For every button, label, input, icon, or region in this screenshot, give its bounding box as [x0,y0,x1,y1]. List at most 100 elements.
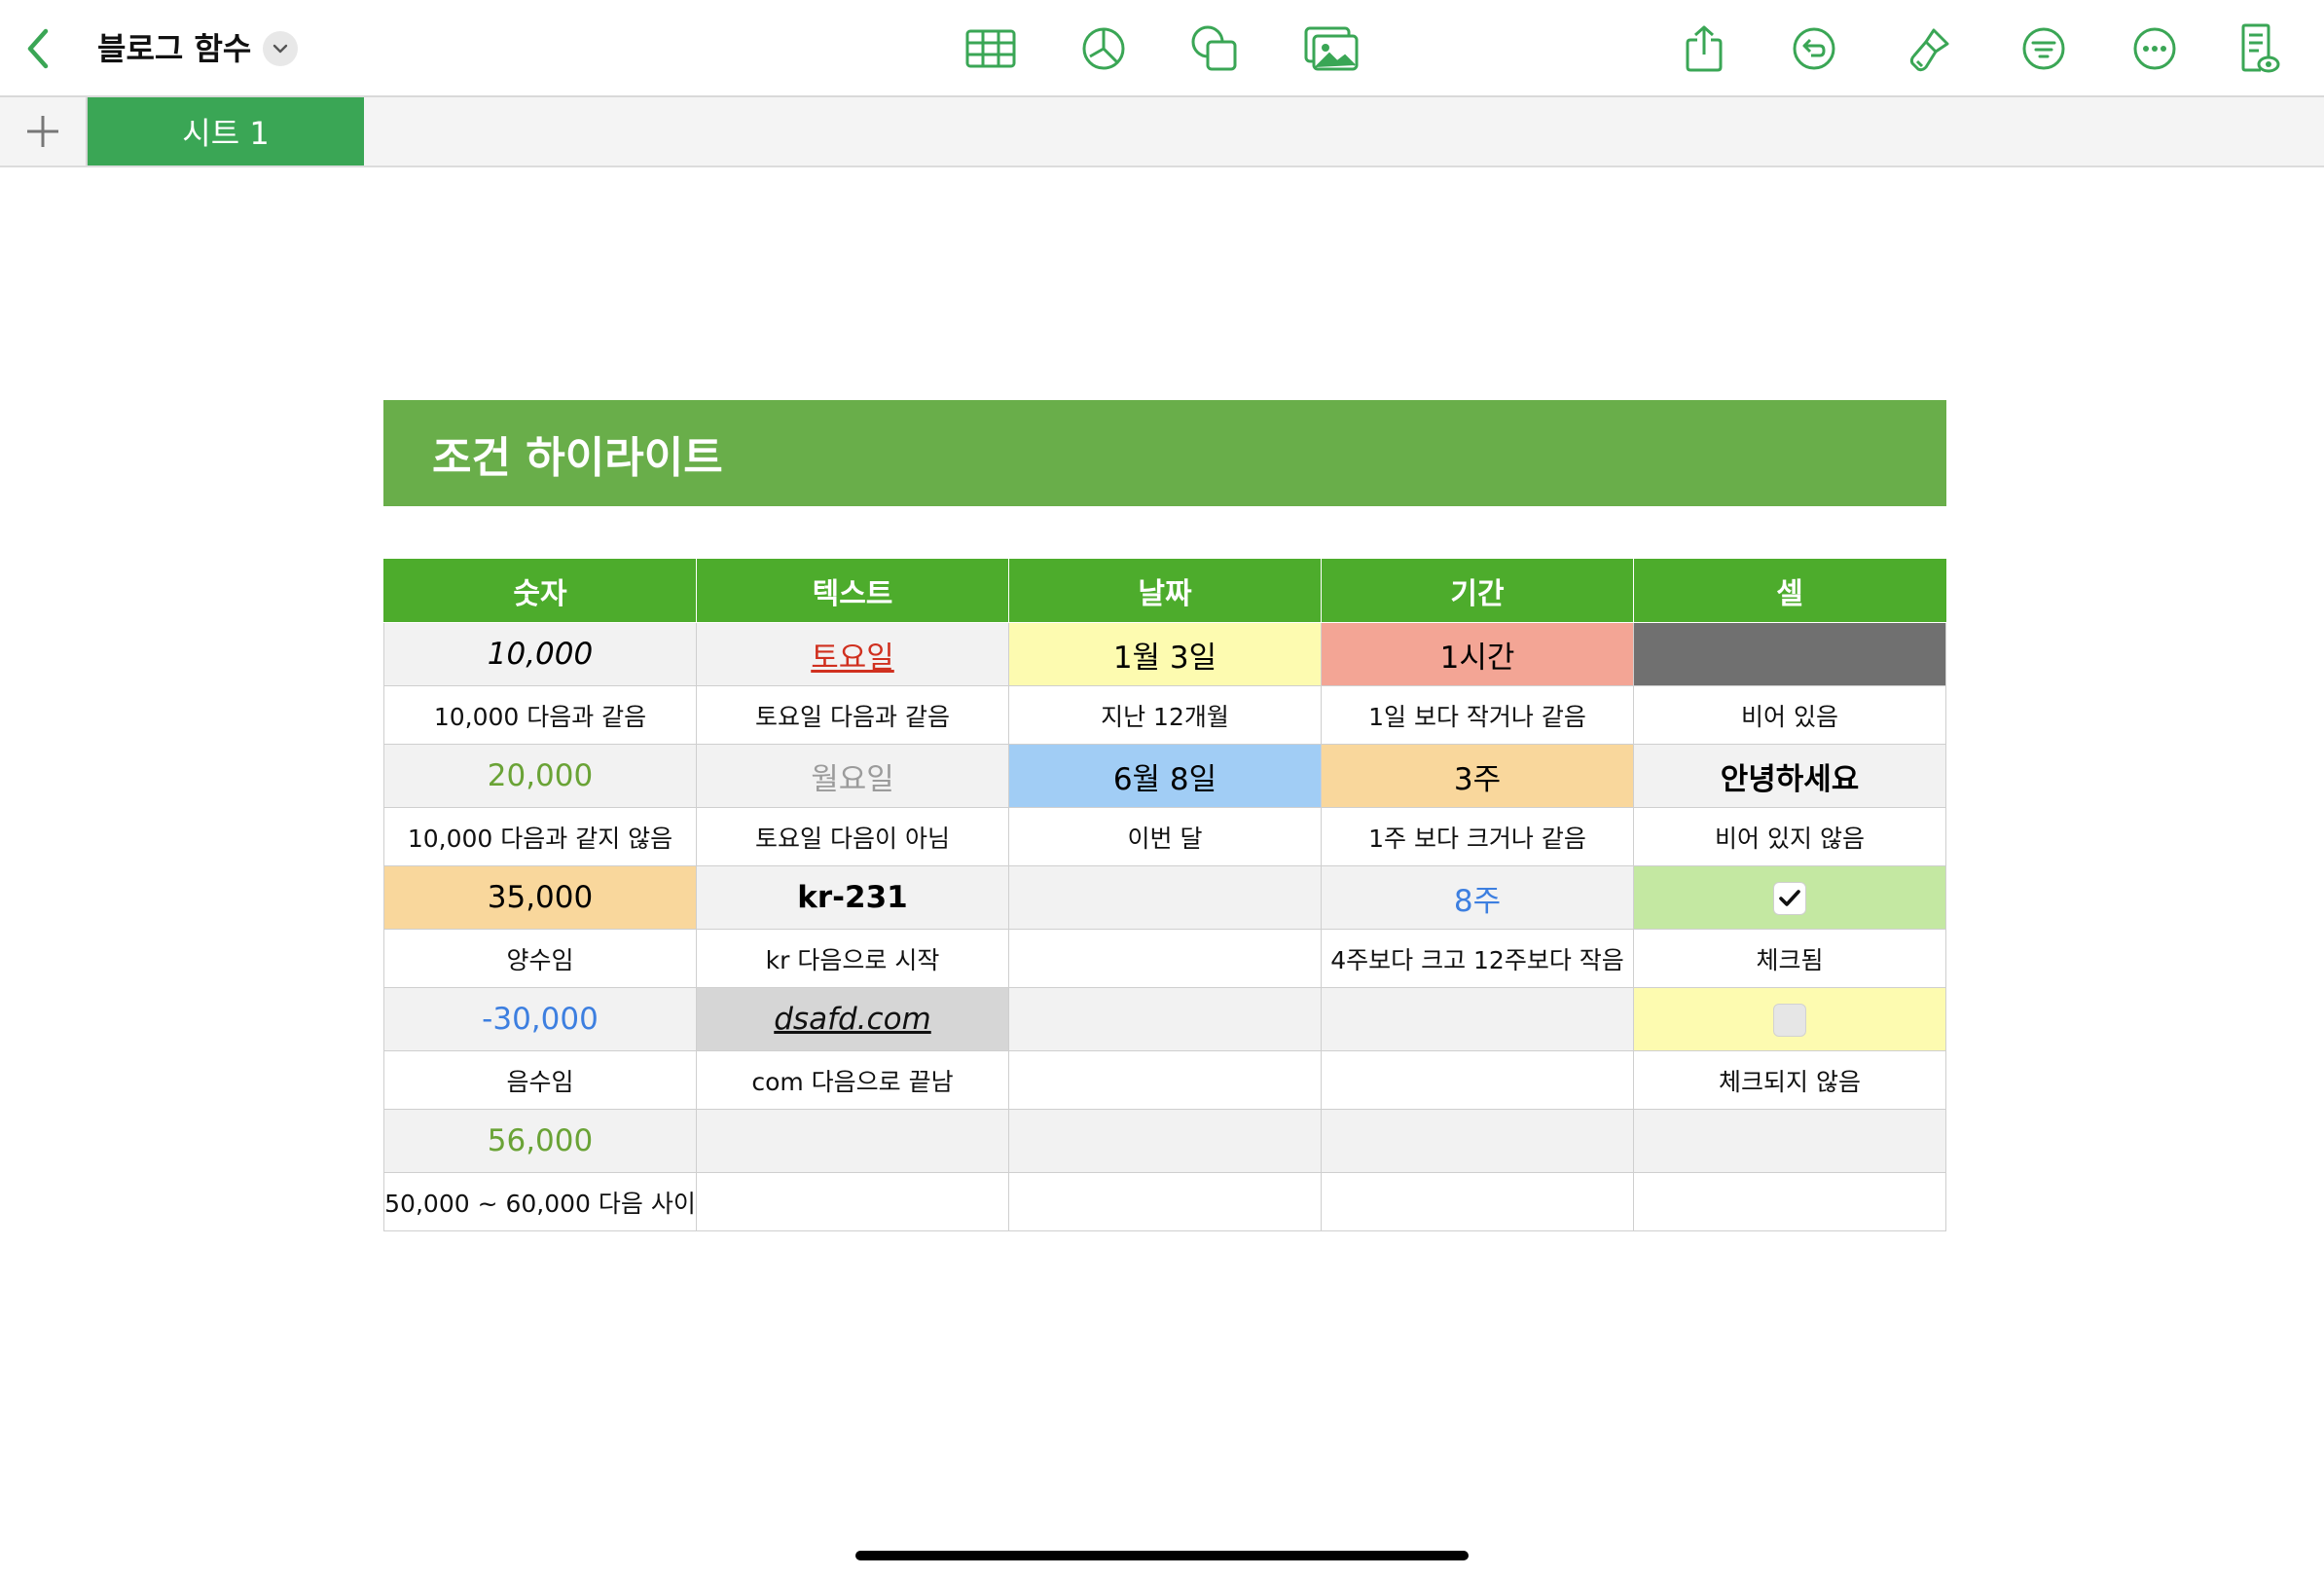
home-indicator [855,1551,1469,1560]
value-cell[interactable] [696,1109,1009,1173]
value-cell[interactable] [1321,1109,1634,1173]
document-menu-button[interactable] [263,31,298,66]
condition-label-cell[interactable]: 체크되지 않음 [1633,1050,1946,1110]
value-cell[interactable]: 35,000 [383,865,697,930]
value-row: 35,000 kr-231 8주 [383,865,1946,930]
condition-label-cell[interactable]: 음수임 [383,1050,697,1110]
table-title[interactable]: 조건 하이라이트 [383,400,1946,506]
undo-button[interactable] [1787,21,1841,76]
checkbox-checked[interactable] [1773,882,1806,916]
value-cell[interactable]: dsafd.com [696,987,1009,1051]
condition-label-cell[interactable]: 토요일 다음과 같음 [696,685,1009,745]
value-cell[interactable]: 1월 3일 [1008,622,1322,686]
view-options-button[interactable] [2233,21,2287,76]
header-cell[interactable]: 기간 [1321,559,1634,623]
more-button[interactable] [2127,21,2182,76]
value-cell[interactable]: 20,000 [383,744,697,808]
organize-button[interactable] [2016,21,2071,76]
condition-label-cell[interactable]: 50,000 ~ 60,000 다음 사이 [383,1172,697,1231]
chevron-left-icon [27,28,49,69]
condition-label-cell[interactable]: 비어 있음 [1633,685,1946,745]
condition-label-cell[interactable] [1321,1050,1634,1110]
cell-text: 20,000 [487,758,594,793]
condition-label-cell[interactable]: 10,000 다음과 같지 않음 [383,807,697,866]
header-cell[interactable]: 숫자 [383,559,697,623]
value-cell[interactable]: 3주 [1321,744,1634,808]
header-cell[interactable]: 텍스트 [696,559,1009,623]
undo-icon [1793,27,1835,70]
sheet-tab-active[interactable]: 시트 1 [88,97,364,165]
value-cell[interactable]: -30,000 [383,987,697,1051]
condition-label-cell[interactable]: 비어 있지 않음 [1633,807,1946,866]
condition-label-cell[interactable] [1008,1172,1322,1231]
condition-label-cell[interactable]: com 다음으로 끝남 [696,1050,1009,1110]
back-button[interactable] [18,25,56,72]
value-cell[interactable] [1633,987,1946,1051]
document-title[interactable]: 블로그 함수 [97,25,251,72]
cell-text: 1시간 [1439,640,1515,676]
cell-text: dsafd.com [774,1002,931,1037]
value-cell[interactable]: 56,000 [383,1109,697,1173]
share-button[interactable] [1677,21,1731,76]
condition-label-cell[interactable]: 1주 보다 크거나 같음 [1321,807,1634,866]
header-cell[interactable]: 날짜 [1008,559,1322,623]
condition-label-cell[interactable]: 4주보다 크고 12주보다 작음 [1321,929,1634,988]
value-cell[interactable]: kr-231 [696,865,1009,930]
cell-text: 3주 [1453,761,1502,797]
cell-text: 1월 3일 [1112,640,1217,676]
cell-text: 지난 12개월 [1101,702,1229,731]
value-cell[interactable]: 토요일 [696,622,1009,686]
value-row: 10,000 토요일 1월 3일 1시간 [383,622,1946,686]
value-cell[interactable]: 월요일 [696,744,1009,808]
condition-label-cell[interactable] [1633,1172,1946,1231]
add-sheet-button[interactable] [0,97,88,165]
condition-label-cell[interactable] [696,1172,1009,1231]
insert-media-button[interactable] [1304,21,1359,76]
cell-text: -30,000 [482,1002,599,1037]
condition-label-cell[interactable]: 양수임 [383,929,697,988]
value-cell[interactable]: 1시간 [1321,622,1634,686]
value-cell[interactable] [1633,865,1946,930]
value-cell[interactable]: 6월 8일 [1008,744,1322,808]
format-brush-icon [1909,28,1949,72]
checkmark-icon [1779,890,1800,907]
condition-label-cell[interactable] [1321,1172,1634,1231]
cell-text: 50,000 ~ 60,000 다음 사이 [384,1189,696,1218]
insert-shape-button[interactable] [1187,21,1242,76]
value-cell[interactable] [1008,865,1322,930]
header-cell[interactable]: 셀 [1633,559,1946,623]
checkbox-unchecked[interactable] [1773,1004,1806,1038]
cell-text: com 다음으로 끝남 [751,1067,954,1096]
condition-label-cell[interactable] [1008,929,1322,988]
cell-text: 4주보다 크고 12주보다 작음 [1330,945,1624,974]
condition-label-cell[interactable]: 지난 12개월 [1008,685,1322,745]
condition-label-cell[interactable]: 체크됨 [1633,929,1946,988]
value-cell[interactable]: 10,000 [383,622,697,686]
condition-label-cell[interactable]: 토요일 다음이 아님 [696,807,1009,866]
cell-text: 56,000 [487,1123,594,1158]
value-cell[interactable]: 8주 [1321,865,1634,930]
value-cell[interactable] [1008,987,1322,1051]
condition-label-cell[interactable] [1008,1050,1322,1110]
value-cell[interactable]: 안녕하세요 [1633,744,1946,808]
cell-text: 토요일 다음과 같음 [755,702,950,731]
view-options-icon [2241,23,2280,73]
insert-chart-button[interactable] [1076,21,1131,76]
value-cell[interactable] [1633,622,1946,686]
format-button[interactable] [1902,21,1956,76]
value-cell[interactable] [1633,1109,1946,1173]
chart-icon [1082,27,1125,70]
cell-text: 비어 있지 않음 [1715,824,1865,853]
value-cell[interactable] [1008,1109,1322,1173]
condition-label-cell[interactable]: 이번 달 [1008,807,1322,866]
condition-label-cell[interactable]: 10,000 다음과 같음 [383,685,697,745]
cell-text: 1일 보다 작거나 같음 [1368,702,1586,731]
value-cell[interactable] [1321,987,1634,1051]
cell-text: 양수임 [506,945,574,974]
insert-table-button[interactable] [963,21,1018,76]
more-icon [2133,27,2176,70]
condition-label-cell[interactable]: kr 다음으로 시작 [696,929,1009,988]
cell-text: 체크되지 않음 [1719,1067,1861,1096]
condition-label-cell[interactable]: 1일 보다 작거나 같음 [1321,685,1634,745]
shape-icon [1191,25,1237,71]
